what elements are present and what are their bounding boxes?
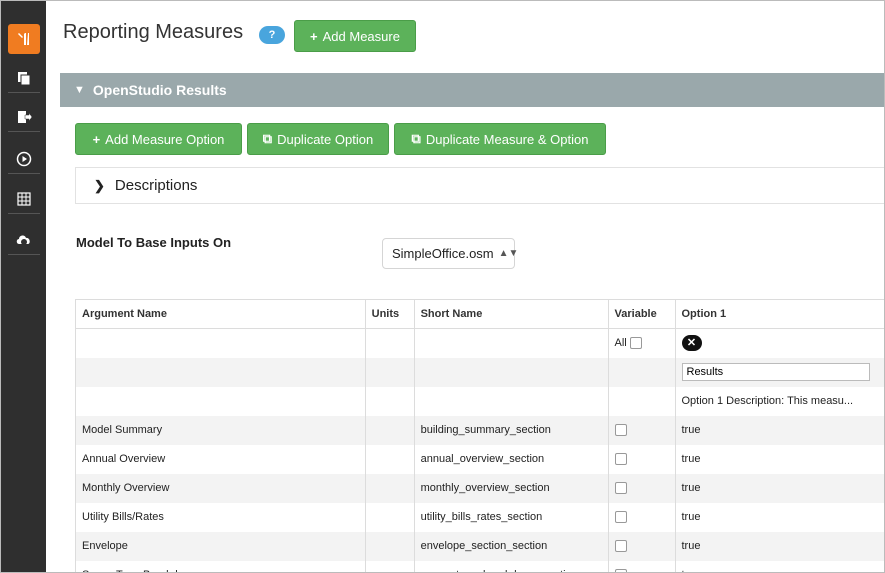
section-header[interactable]: ▼ OpenStudio Results [60,73,884,107]
duplicate-icon: ⧉ [262,131,273,146]
option-value[interactable]: true [674,473,884,503]
page-title: Reporting Measures [63,21,244,43]
argument-name: Model Summary [75,415,366,445]
variable-all-cell: All [607,328,675,358]
variable-checkbox[interactable] [614,424,627,437]
duplicate-measure-option-label: Duplicate Measure & Option [425,131,589,147]
short-name: space_type_breakdown_section [413,560,609,572]
table-row: Utility Bills/Rates utility_bills_rates_… [75,502,884,532]
duplicate-option-button[interactable]: ⧉ Duplicate Option [247,123,389,155]
units [364,560,415,572]
short-name: building_summary_section [413,415,609,445]
copy-icon[interactable] [8,63,40,93]
header-short-name: Short Name [413,299,609,329]
arguments-table: Argument Name Units Short Name Variable … [75,299,884,572]
export-icon[interactable] [8,102,40,132]
argument-name: Utility Bills/Rates [75,502,366,532]
add-option-label: Add Measure Option [105,131,225,147]
select-arrows-icon: ▲▼ [498,248,519,259]
option-value[interactable]: true [674,502,884,532]
header-option-1: Option 1 [674,299,884,329]
table-row: Space Type Breakdown space_type_breakdow… [75,560,884,572]
descriptions-toggle[interactable]: ❯ Descriptions [75,167,884,204]
units [364,502,415,532]
argument-name: Monthly Overview [75,473,366,503]
short-name: annual_overview_section [413,444,609,474]
add-measure-option-button[interactable]: + Add Measure Option [75,123,242,155]
model-select[interactable]: SimpleOffice.osm ▲▼ [382,238,518,269]
option-value[interactable]: true [674,560,884,572]
add-measure-label: Add Measure [322,28,400,44]
variable-checkbox[interactable] [614,540,627,553]
units [364,444,415,474]
header-variable: Variable [607,299,675,329]
help-badge[interactable]: ? [259,26,285,44]
section-title: OpenStudio Results [92,82,227,98]
short-name: monthly_overview_section [413,473,609,503]
table-row: Envelope envelope_section_section true [75,531,884,561]
variable-all-checkbox[interactable] [629,337,642,350]
short-name: envelope_section_section [413,531,609,561]
chevron-right-icon: ❯ [94,177,105,193]
sidebar [1,1,46,572]
option-name-input[interactable] [681,363,870,381]
chevron-down-icon: ▼ [74,84,85,96]
tools-icon[interactable] [8,24,40,54]
argument-name: Space Type Breakdown [75,560,366,572]
short-name: utility_bills_rates_section [413,502,609,532]
model-label: Model To Base Inputs On [76,235,232,250]
duplicate-option-label: Duplicate Option [277,131,374,147]
argument-name: Envelope [75,531,366,561]
descriptions-label: Descriptions [114,177,198,194]
units [364,415,415,445]
remove-option-icon[interactable]: ✕ [681,335,702,352]
header-units: Units [364,299,415,329]
main-content: Reporting Measures ? + Add Measure ▼ Ope… [46,1,884,572]
grid-icon[interactable] [8,184,40,214]
option-value[interactable]: true [674,444,884,474]
variable-checkbox[interactable] [614,511,627,524]
table-row: Monthly Overview monthly_overview_sectio… [75,473,884,503]
option-value[interactable]: true [674,531,884,561]
option-description[interactable]: Option 1 Description: This measu... [674,386,884,416]
variable-checkbox[interactable] [614,569,627,572]
table-row: Model Summary building_summary_section t… [75,415,884,445]
argument-name: Annual Overview [75,444,366,474]
play-icon[interactable] [8,144,40,174]
model-select-value: SimpleOffice.osm [392,246,494,261]
add-measure-button[interactable]: + Add Measure [294,20,416,52]
variable-checkbox[interactable] [614,453,627,466]
option-value[interactable]: true [674,415,884,445]
units [364,473,415,503]
plus-icon: + [92,131,101,147]
header-argument-name: Argument Name [75,299,366,329]
all-label: All [614,337,627,350]
duplicate-measure-option-button[interactable]: ⧉ Duplicate Measure & Option [394,123,606,155]
variable-checkbox[interactable] [614,482,627,495]
app-window: Reporting Measures ? + Add Measure ▼ Ope… [0,0,885,573]
duplicate-icon: ⧉ [411,131,421,146]
units [364,531,415,561]
cloud-icon[interactable] [8,225,40,255]
table-row: Annual Overview annual_overview_section … [75,444,884,474]
plus-icon: + [310,28,318,44]
